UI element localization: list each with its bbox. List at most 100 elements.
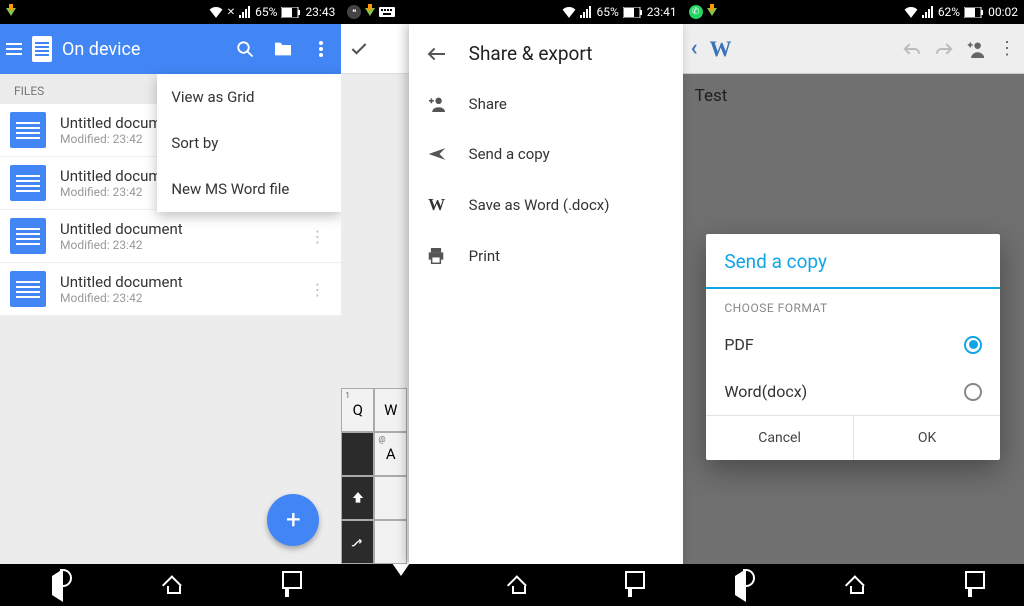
doc-icon <box>10 165 46 201</box>
key-shift[interactable] <box>341 476 374 520</box>
menu-new-word-file[interactable]: New MS Word file <box>157 166 341 212</box>
drawer-item-share[interactable]: Share <box>409 79 683 129</box>
file-row[interactable]: Untitled document Modified: 23:42 ⋮ <box>0 210 341 263</box>
add-person-icon[interactable] <box>966 40 986 58</box>
nav-back-icon[interactable] <box>52 576 63 595</box>
wifi-icon <box>562 6 576 18</box>
file-modified: Modified: 23:42 <box>60 291 303 305</box>
key-z-partial[interactable] <box>374 476 407 520</box>
drawer-title: Share & export <box>469 42 593 65</box>
file-row[interactable]: Untitled document Modified: 23:42 ⋮ <box>0 263 341 316</box>
toolbar-title[interactable]: On device <box>62 39 221 60</box>
drawer-label: Send a copy <box>469 145 550 163</box>
keyboard-fragment: 1Q W @A <box>341 388 411 564</box>
clock: 00:02 <box>988 5 1018 19</box>
dialog-subtitle: CHOOSE FORMAT <box>706 289 1000 321</box>
format-option-pdf[interactable]: PDF <box>706 321 1000 368</box>
nav-back-icon[interactable] <box>392 576 410 595</box>
system-nav-bar <box>0 564 341 606</box>
menu-icon[interactable] <box>6 43 22 55</box>
search-icon[interactable] <box>231 40 259 58</box>
menu-sort-by[interactable]: Sort by <box>157 120 341 166</box>
fab-new-document[interactable]: + <box>267 494 319 546</box>
done-icon[interactable] <box>349 39 369 59</box>
whatsapp-icon: ✆ <box>689 5 703 19</box>
battery-icon <box>623 7 643 18</box>
key-q[interactable]: 1Q <box>341 388 374 432</box>
clock: 23:41 <box>647 5 677 19</box>
nav-recent-icon[interactable] <box>628 576 632 595</box>
back-chevron-icon[interactable]: ‹ <box>691 36 698 61</box>
status-bar: ✆ 62% 00:02 <box>683 0 1024 24</box>
document-area: Test Send a copy CHOOSE FORMAT PDF Word(… <box>683 74 1024 564</box>
wifi-icon <box>904 6 918 18</box>
back-arrow-icon[interactable] <box>427 46 447 62</box>
system-nav-bar <box>341 564 682 606</box>
phone-pane-share-export: ❝ 65% 23:41 A± + ⋮ 1Q W @A <box>341 0 682 606</box>
send-copy-dialog: Send a copy CHOOSE FORMAT PDF Word(docx)… <box>706 234 1000 460</box>
row-overflow-icon[interactable]: ⋮ <box>303 280 331 299</box>
key-blank[interactable] <box>341 432 374 476</box>
battery-icon <box>281 7 301 18</box>
file-title: Untitled document <box>60 220 303 238</box>
key-comma-partial[interactable] <box>374 520 407 564</box>
drawer-label: Print <box>469 247 500 265</box>
download-icon <box>6 8 16 16</box>
row-overflow-icon[interactable]: ⋮ <box>303 227 331 246</box>
file-title: Untitled document <box>60 273 303 291</box>
nav-home-icon[interactable] <box>850 576 864 594</box>
file-modified: Modified: 23:42 <box>60 238 303 252</box>
nav-home-icon[interactable] <box>512 576 526 594</box>
battery-percent: 65% <box>596 5 618 19</box>
send-icon <box>427 147 447 161</box>
share-export-drawer: Share & export Share Send a copy W Save … <box>409 24 683 564</box>
overflow-menu: View as Grid Sort by New MS Word file <box>157 74 341 212</box>
download-icon <box>365 8 375 16</box>
doc-icon <box>10 218 46 254</box>
app-toolbar: On device <box>0 24 341 74</box>
option-label: Word(docx) <box>724 382 807 401</box>
overflow-icon[interactable] <box>307 41 335 57</box>
redo-icon[interactable] <box>934 41 954 57</box>
nav-back-icon[interactable] <box>735 576 746 595</box>
signal-icon <box>580 6 592 18</box>
folder-icon[interactable] <box>269 41 297 57</box>
overflow-icon[interactable]: ⋮ <box>998 38 1016 59</box>
system-nav-bar <box>683 564 1024 606</box>
key-w[interactable]: W <box>374 388 407 432</box>
battery-icon <box>964 7 984 18</box>
status-bar: ❝ 65% 23:41 <box>341 0 682 24</box>
format-option-word[interactable]: Word(docx) <box>706 368 1000 415</box>
drawer-item-save-word[interactable]: W Save as Word (.docx) <box>409 179 683 231</box>
undo-icon[interactable] <box>902 41 922 57</box>
add-person-icon <box>427 96 447 112</box>
drawer-item-send-copy[interactable]: Send a copy <box>409 129 683 179</box>
hangouts-icon: ❝ <box>347 5 361 19</box>
dialog-title: Send a copy <box>706 234 1000 289</box>
doc-icon <box>10 271 46 307</box>
word-toolbar: ‹ W ⋮ <box>683 24 1024 74</box>
nav-home-icon[interactable] <box>167 576 181 594</box>
ok-button[interactable]: OK <box>853 416 1001 460</box>
wifi-icon <box>209 6 223 18</box>
signal-icon <box>922 6 934 18</box>
cancel-button[interactable]: Cancel <box>706 416 853 460</box>
no-signal-icon: ✕ <box>227 7 235 18</box>
phone-pane-send-copy-dialog: ✆ 62% 00:02 ‹ W ⋮ Test Send a copy CHOOS… <box>683 0 1024 606</box>
nav-recent-icon[interactable] <box>968 576 972 595</box>
download-icon <box>707 8 717 16</box>
drawer-label: Share <box>469 95 507 113</box>
status-bar: ✕ 65% 23:43 <box>0 0 341 24</box>
key-a[interactable]: @A <box>374 432 407 476</box>
nav-recent-icon[interactable] <box>285 576 289 595</box>
drawer-item-print[interactable]: Print <box>409 231 683 281</box>
phone-pane-docs-list: ✕ 65% 23:43 On device FILES Untitled doc… <box>0 0 341 606</box>
menu-view-grid[interactable]: View as Grid <box>157 74 341 120</box>
signal-icon <box>239 6 251 18</box>
print-icon <box>427 248 447 264</box>
radio-unselected-icon <box>964 383 982 401</box>
key-swype[interactable] <box>341 520 374 564</box>
word-icon: W <box>427 195 447 215</box>
clock: 23:43 <box>305 5 335 19</box>
battery-percent: 62% <box>938 5 960 19</box>
